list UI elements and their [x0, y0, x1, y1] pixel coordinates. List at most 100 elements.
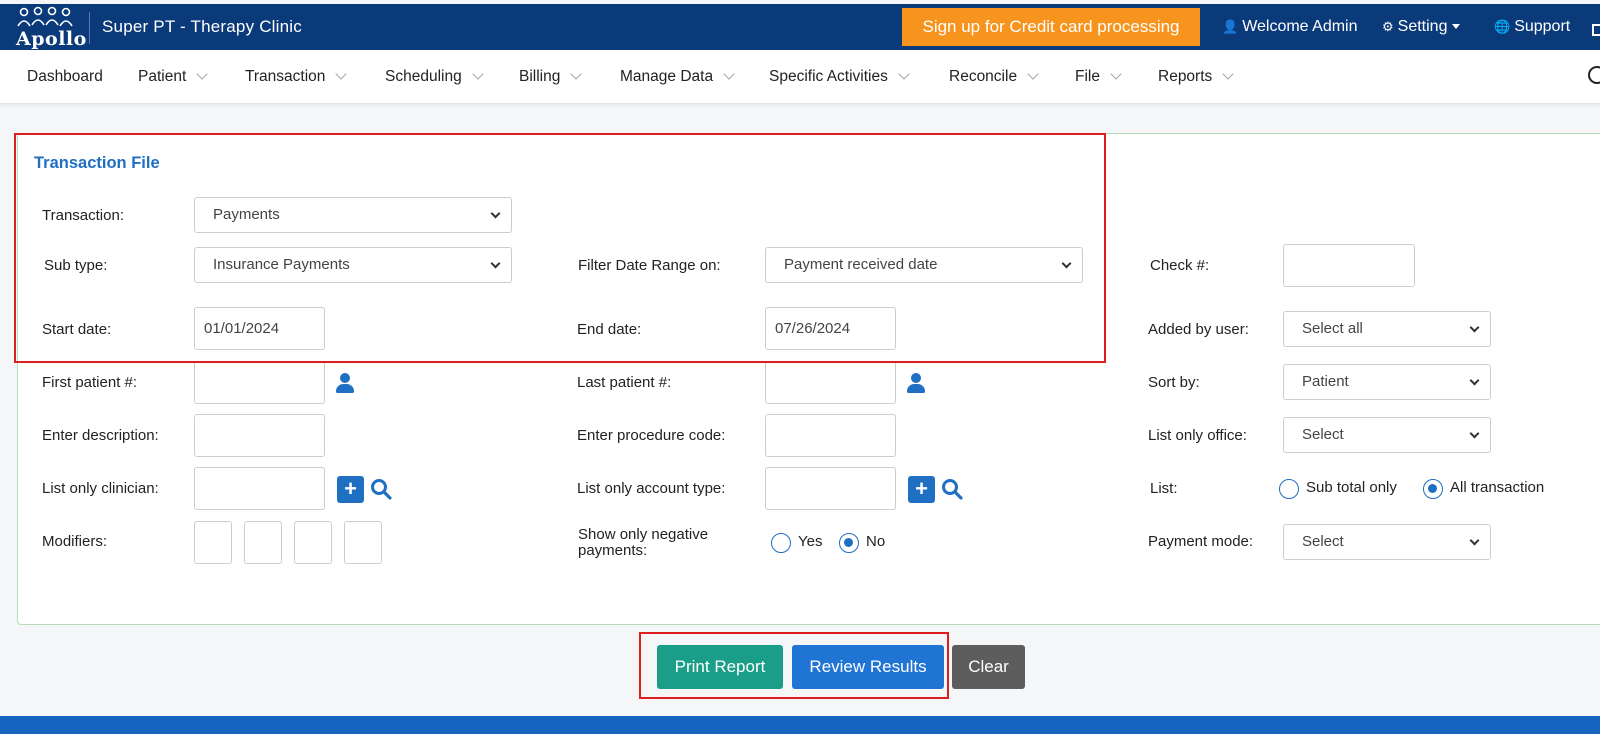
- menu-patient[interactable]: Patient: [138, 68, 208, 86]
- added-by-label: Added by user:: [1148, 321, 1249, 338]
- menu-transaction[interactable]: Transaction: [245, 68, 348, 86]
- sort-by-select[interactable]: Patient: [1283, 364, 1491, 400]
- chevron-down-icon: [335, 68, 348, 80]
- list-all-transaction-label: All transaction: [1450, 479, 1545, 496]
- welcome-admin-menu[interactable]: 👤 Welcome Admin: [1222, 18, 1358, 36]
- description-label: Enter description:: [42, 427, 159, 444]
- modifier-input-1[interactable]: [194, 521, 232, 564]
- clinician-label: List only clinician:: [42, 480, 159, 497]
- check-input[interactable]: [1283, 244, 1415, 287]
- caret-down-icon: [1452, 24, 1461, 30]
- support-label: Support: [1514, 18, 1571, 35]
- user-icon: 👤: [1222, 19, 1239, 34]
- logout-icon[interactable]: [1592, 24, 1600, 36]
- top-bar: Apollo Super PT - Therapy Clinic Sign up…: [0, 4, 1600, 50]
- added-by-value: Select all: [1302, 320, 1363, 337]
- search-icon[interactable]: [1588, 66, 1600, 84]
- procedure-code-input[interactable]: [765, 414, 896, 457]
- modifier-input-4[interactable]: [344, 521, 382, 564]
- description-input[interactable]: [194, 414, 325, 457]
- chevron-down-icon: [1027, 68, 1039, 80]
- negative-payments-label: Show only negative payments:: [578, 526, 709, 559]
- menu-label: Specific Activities: [769, 68, 888, 85]
- globe-icon: 🌐: [1494, 19, 1511, 34]
- last-patient-input[interactable]: [765, 361, 896, 404]
- first-patient-input[interactable]: [194, 361, 325, 404]
- payment-mode-select[interactable]: Select: [1283, 524, 1491, 560]
- menu-label: Billing: [519, 68, 561, 85]
- credit-card-signup-button[interactable]: Sign up for Credit card processing: [902, 8, 1200, 46]
- procedure-code-label: Enter procedure code:: [577, 427, 726, 444]
- topbar-divider: [89, 12, 90, 44]
- chevron-down-icon: [1469, 375, 1480, 386]
- chevron-down-icon: [1110, 68, 1122, 80]
- gear-icon: ⚙: [1382, 19, 1394, 34]
- main-menu-bar: Dashboard Patient Transaction Scheduling…: [0, 50, 1600, 104]
- clear-button[interactable]: Clear: [952, 645, 1025, 689]
- check-label: Check #:: [1150, 257, 1210, 274]
- setting-label: Setting: [1397, 18, 1448, 35]
- support-menu[interactable]: 🌐 Support: [1494, 18, 1570, 36]
- footer-bar: [0, 716, 1600, 734]
- office-select[interactable]: Select: [1283, 417, 1491, 453]
- first-patient-label: First patient #:: [42, 374, 138, 391]
- user-body: [907, 384, 925, 393]
- user-body: [336, 384, 354, 393]
- user-head: [340, 373, 350, 383]
- menu-manage-data[interactable]: Manage Data: [620, 68, 735, 86]
- list-label: List:: [1150, 480, 1178, 497]
- logo-text: Apollo: [16, 28, 87, 50]
- chevron-down-icon: [196, 68, 208, 80]
- chevron-down-icon: [898, 68, 910, 80]
- last-patient-label: Last patient #:: [577, 374, 672, 391]
- menu-specific-activities[interactable]: Specific Activities: [769, 68, 910, 86]
- menu-reconcile[interactable]: Reconcile: [949, 68, 1039, 86]
- chevron-down-icon: [1469, 322, 1480, 333]
- modifiers-label: Modifiers:: [42, 533, 108, 550]
- list-subtotal-radio[interactable]: [1279, 479, 1299, 499]
- patient-lookup-icon[interactable]: [336, 373, 354, 393]
- sort-by-value: Patient: [1302, 373, 1349, 390]
- added-by-select[interactable]: Select all: [1283, 311, 1491, 347]
- negative-no-radio[interactable]: [839, 533, 859, 553]
- modifier-input-3[interactable]: [294, 521, 332, 564]
- negative-yes-radio[interactable]: [771, 533, 791, 553]
- welcome-label: Welcome Admin: [1242, 18, 1358, 35]
- chevron-down-icon: [1469, 535, 1480, 546]
- chevron-down-icon: [723, 68, 735, 80]
- apollo-logo[interactable]: Apollo: [12, 6, 86, 50]
- clinician-input[interactable]: [194, 467, 325, 510]
- setting-menu[interactable]: ⚙ Setting: [1382, 18, 1461, 36]
- chevron-down-icon: [570, 68, 583, 80]
- menu-scheduling[interactable]: Scheduling: [385, 68, 484, 86]
- review-results-button[interactable]: Review Results: [792, 645, 944, 689]
- add-account-type-button[interactable]: +: [908, 476, 935, 503]
- menu-reports[interactable]: Reports: [1158, 68, 1234, 86]
- account-type-label: List only account type:: [577, 480, 726, 497]
- chevron-down-icon: [1469, 428, 1480, 439]
- menu-dashboard[interactable]: Dashboard: [27, 68, 103, 86]
- list-subtotal-label: Sub total only: [1306, 479, 1397, 496]
- menu-file[interactable]: File: [1075, 68, 1122, 86]
- search-clinician-icon[interactable]: [370, 478, 392, 500]
- clinic-name: Super PT - Therapy Clinic: [102, 17, 302, 36]
- menu-label: Transaction: [245, 68, 326, 85]
- chevron-down-icon: [472, 68, 484, 80]
- menu-label: Manage Data: [620, 68, 714, 85]
- people-logo-icon: [17, 6, 73, 27]
- patient-lookup-icon[interactable]: [907, 373, 925, 393]
- menu-label: File: [1075, 68, 1100, 85]
- sort-by-label: Sort by:: [1148, 374, 1200, 391]
- search-account-type-icon[interactable]: [941, 478, 963, 500]
- chevron-down-icon: [1222, 68, 1234, 80]
- add-clinician-button[interactable]: +: [337, 476, 364, 503]
- list-all-transaction-radio[interactable]: [1423, 479, 1443, 499]
- print-report-button[interactable]: Print Report: [657, 645, 783, 689]
- office-value: Select: [1302, 426, 1344, 443]
- menu-billing[interactable]: Billing: [519, 68, 583, 86]
- user-head: [911, 373, 921, 383]
- modifier-input-2[interactable]: [244, 521, 282, 564]
- account-type-input[interactable]: [765, 467, 896, 510]
- menu-label: Reports: [1158, 68, 1213, 85]
- highlight-box-filters: [14, 133, 1106, 363]
